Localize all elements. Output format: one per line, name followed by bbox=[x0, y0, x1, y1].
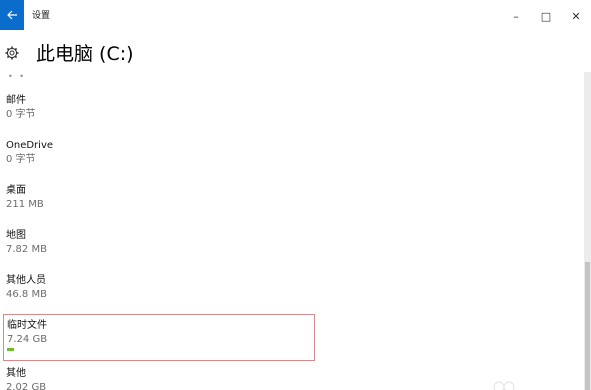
close-icon: ✕ bbox=[571, 9, 581, 23]
storage-item-onedrive[interactable]: OneDrive 0 字节 bbox=[3, 135, 315, 177]
app-title: 设置 bbox=[32, 11, 51, 21]
back-arrow-icon bbox=[7, 10, 17, 20]
storage-item-size: 46.8 MB bbox=[6, 289, 47, 300]
storage-item-temporary-files[interactable]: 临时文件 7.24 GB bbox=[3, 314, 315, 361]
storage-item-name: 桌面 bbox=[6, 185, 26, 196]
storage-item-name: OneDrive bbox=[6, 140, 54, 151]
partially-visible-item: • • bbox=[8, 72, 26, 81]
storage-item-name: 其他人员 bbox=[6, 275, 46, 286]
storage-item-desktop[interactable]: 桌面 211 MB bbox=[3, 180, 315, 222]
maximize-button[interactable]: □ bbox=[531, 6, 561, 26]
scrollbar-thumb[interactable] bbox=[585, 262, 590, 390]
minimize-button[interactable]: – bbox=[501, 6, 531, 26]
storage-item-size: 2.02 GB bbox=[6, 382, 47, 390]
storage-item-other-people[interactable]: 其他人员 46.8 MB bbox=[3, 270, 315, 312]
back-button[interactable] bbox=[0, 0, 24, 30]
usage-bar-fill bbox=[7, 348, 14, 351]
watermark-logo bbox=[493, 381, 515, 390]
storage-item-other[interactable]: 其他 2.02 GB bbox=[3, 363, 315, 390]
storage-item-mail[interactable]: 邮件 0 字节 bbox=[3, 90, 315, 132]
page-header: 此电脑 (C:) bbox=[0, 36, 591, 76]
storage-item-size: 7.82 MB bbox=[6, 244, 47, 255]
storage-item-name: 其他 bbox=[6, 368, 26, 379]
storage-item-name: 临时文件 bbox=[7, 320, 47, 331]
gear-icon bbox=[5, 46, 19, 60]
maximize-icon: □ bbox=[540, 9, 552, 23]
close-button[interactable]: ✕ bbox=[561, 6, 591, 26]
storage-item-size: 0 字节 bbox=[6, 154, 36, 165]
title-bar: 设置 – □ ✕ bbox=[0, 0, 591, 32]
storage-item-name: 地图 bbox=[6, 230, 26, 241]
page-title: 此电脑 (C:) bbox=[36, 43, 134, 65]
storage-item-size: 211 MB bbox=[6, 199, 44, 210]
storage-item-maps[interactable]: 地图 7.82 MB bbox=[3, 225, 315, 267]
usage-bar bbox=[7, 348, 297, 351]
minimize-icon: – bbox=[513, 9, 519, 23]
settings-window: 设置 – □ ✕ 此电脑 (C:) • • 邮件 0 字节 OneDrive 0… bbox=[0, 0, 591, 390]
storage-item-size: 0 字节 bbox=[6, 109, 36, 120]
storage-item-size: 7.24 GB bbox=[7, 334, 48, 345]
storage-item-name: 邮件 bbox=[6, 95, 26, 106]
